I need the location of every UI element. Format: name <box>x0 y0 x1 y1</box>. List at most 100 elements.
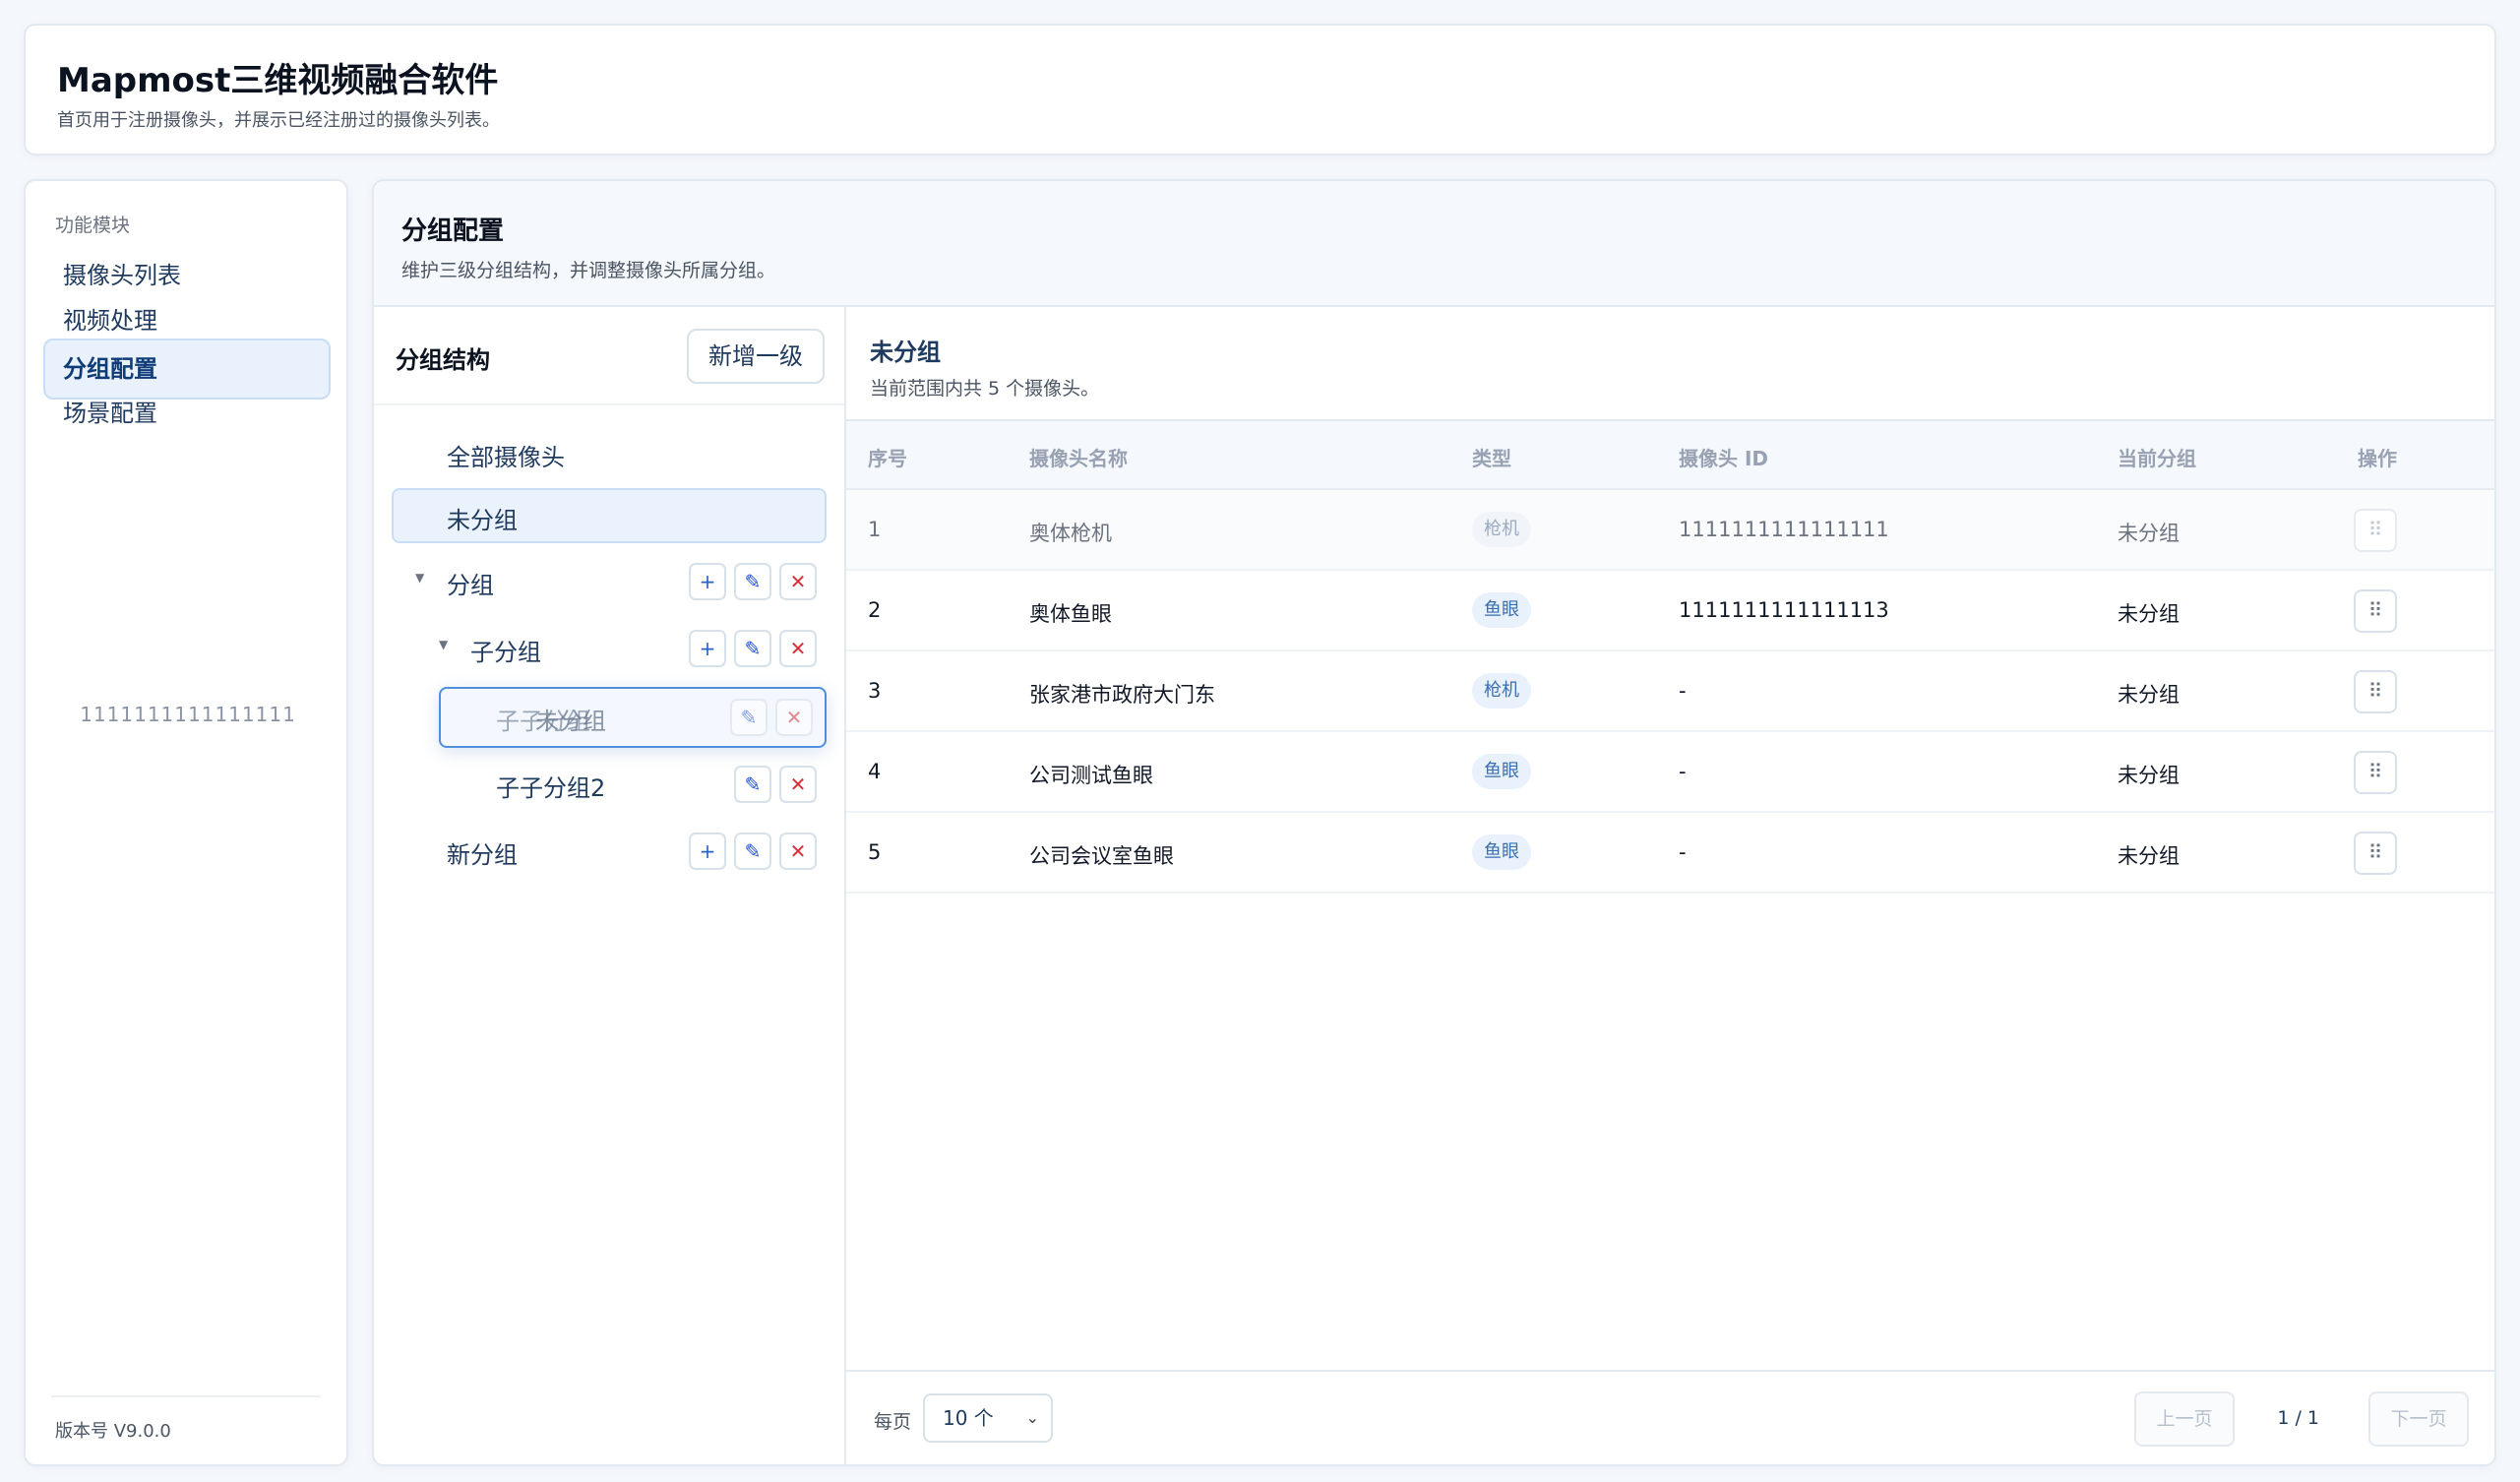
tree-node-sub-subgroup-2[interactable]: 子子分组2 ✎ ✕ <box>392 756 827 811</box>
type-badge: 鱼眼 <box>1472 834 1531 870</box>
table-row[interactable]: 4 公司测试鱼眼 鱼眼 - 未分组 ⠿ <box>846 732 2494 813</box>
drag-ghost-label: 未分组 <box>535 708 606 735</box>
table-row[interactable]: 5 公司会议室鱼眼 鱼眼 - 未分组 ⠿ <box>846 813 2494 894</box>
pencil-icon: ✎ <box>740 706 758 729</box>
add-child-button[interactable]: + <box>689 563 726 600</box>
plus-icon: + <box>699 839 716 863</box>
column-header-index: 序号 <box>868 447 907 470</box>
tree-node-group[interactable]: ▼ 分组 + ✎ ✕ <box>392 553 827 608</box>
cell-index: 3 <box>868 679 882 703</box>
version-label: 版本号 V9.0.0 <box>55 1421 171 1442</box>
close-icon: ✕ <box>785 706 803 729</box>
caret-down-icon[interactable]: ▼ <box>439 638 448 651</box>
type-badge: 鱼眼 <box>1472 592 1531 628</box>
cell-name: 张家港市政府大门东 <box>1029 683 1215 707</box>
close-icon: ✕ <box>789 637 807 660</box>
page-description: 维护三级分组结构，并调整摄像头所属分组。 <box>401 260 776 281</box>
delete-group-button[interactable]: ✕ <box>779 766 817 803</box>
column-header-name: 摄像头名称 <box>1029 447 1128 470</box>
group-tree-title: 分组结构 <box>396 346 490 374</box>
drag-handle-button[interactable]: ⠿ <box>2354 751 2397 794</box>
drag-handle-button[interactable]: ⠿ <box>2354 589 2397 633</box>
plus-icon: + <box>699 637 716 660</box>
close-icon: ✕ <box>789 570 807 593</box>
delete-group-button[interactable]: ✕ <box>779 563 817 600</box>
per-page-label: 每页 <box>874 1411 912 1433</box>
tree-node-subgroup[interactable]: ▼ 子分组 + ✎ ✕ <box>392 620 827 675</box>
caret-down-icon[interactable]: ▼ <box>415 571 424 585</box>
pencil-icon: ✎ <box>744 637 762 660</box>
cell-index: 2 <box>868 598 882 622</box>
cell-group: 未分组 <box>2118 844 2180 868</box>
cell-name: 公司会议室鱼眼 <box>1029 844 1174 868</box>
add-child-button[interactable]: + <box>689 630 726 667</box>
cell-index: 1 <box>868 518 882 541</box>
tree-node-ungrouped[interactable]: 未分组 <box>392 488 827 543</box>
add-child-button[interactable]: + <box>689 833 726 870</box>
pagination-bar: 每页 10 个 ⌄ 上一页 1 / 1 下一页 <box>846 1370 2494 1464</box>
tree-node-label: 未分组 <box>447 507 518 534</box>
cell-group: 未分组 <box>2118 683 2180 707</box>
column-header-actions: 操作 <box>2358 447 2397 470</box>
tree-node-new-group[interactable]: 新分组 + ✎ ✕ <box>392 823 827 878</box>
per-page-value: 10 个 <box>943 1406 994 1430</box>
app-title: Mapmost三维视频融合软件 <box>57 61 499 100</box>
edit-group-button[interactable]: ✎ <box>734 630 771 667</box>
pencil-icon: ✎ <box>744 570 762 593</box>
column-header-current-group: 当前分组 <box>2118 447 2196 470</box>
column-header-type: 类型 <box>1472 447 1511 470</box>
pencil-icon: ✎ <box>744 839 762 863</box>
edit-group-button[interactable]: ✎ <box>734 833 771 870</box>
tree-node-label: 子分组 <box>470 639 541 666</box>
add-root-group-button[interactable]: 新增一级 <box>687 329 825 384</box>
cell-group: 未分组 <box>2118 602 2180 626</box>
chevron-down-icon: ⌄ <box>1025 1408 1039 1427</box>
group-tree-panel: 分组结构 新增一级 全部摄像头 未分组 ▼ 分组 + ✎ ✕ ▼ 子分组 + ✎… <box>374 307 846 1464</box>
main-header: 分组配置 维护三级分组结构，并调整摄像头所属分组。 <box>374 181 2494 307</box>
cell-index: 5 <box>868 840 882 864</box>
drag-handle-button[interactable]: ⠿ <box>2354 832 2397 875</box>
table-row[interactable]: 3 张家港市政府大门东 枪机 - 未分组 ⠿ <box>846 651 2494 732</box>
type-badge: 鱼眼 <box>1472 754 1531 789</box>
cell-camera-id: 1111111111111111 <box>1679 518 1889 541</box>
tree-node-sub-subgroup[interactable]: 子子分组 未分组 ✎ ✕ <box>439 687 827 748</box>
type-badge: 枪机 <box>1472 512 1531 547</box>
app-header: Mapmost三维视频融合软件 首页用于注册摄像头，并展示已经注册过的摄像头列表… <box>24 24 2496 155</box>
cell-camera-id: - <box>1679 679 1687 703</box>
cell-name: 奥体鱼眼 <box>1029 602 1112 626</box>
per-page-select[interactable]: 10 个 ⌄ <box>923 1393 1053 1443</box>
main-panel: 分组配置 维护三级分组结构，并调整摄像头所属分组。 分组结构 新增一级 全部摄像… <box>372 179 2496 1466</box>
tree-node-label: 新分组 <box>447 841 518 869</box>
delete-group-button[interactable]: ✕ <box>779 833 817 870</box>
cell-camera-id: - <box>1679 840 1687 864</box>
tree-node-all-cameras[interactable]: 全部摄像头 <box>392 425 827 480</box>
drag-ghost-camera-id: 1111111111111111 <box>80 703 296 726</box>
drag-handle-icon: ⠿ <box>2367 679 2383 703</box>
sidebar-item-scene-config[interactable]: 场景配置 <box>43 384 331 445</box>
camera-count-text: 当前范围内共 5 个摄像头。 <box>870 378 1100 400</box>
delete-group-button[interactable]: ✕ <box>775 699 813 736</box>
page-title: 分组配置 <box>401 216 505 246</box>
app-description: 首页用于注册摄像头，并展示已经注册过的摄像头列表。 <box>57 110 500 131</box>
camera-list-panel: 未分组 当前范围内共 5 个摄像头。 序号 摄像头名称 类型 摄像头 ID 当前… <box>846 307 2494 1464</box>
table-row[interactable]: 2 奥体鱼眼 鱼眼 1111111111111113 未分组 ⠿ <box>846 571 2494 651</box>
drag-handle-button[interactable]: ⠿ <box>2354 509 2397 552</box>
table-row[interactable]: 1 奥体枪机 枪机 1111111111111111 未分组 ⠿ <box>846 490 2494 571</box>
next-page-button[interactable]: 下一页 <box>2368 1391 2469 1447</box>
drag-handle-icon: ⠿ <box>2367 598 2383 622</box>
camera-list-header: 未分组 当前范围内共 5 个摄像头。 <box>846 307 2494 421</box>
edit-group-button[interactable]: ✎ <box>730 699 768 736</box>
edit-group-button[interactable]: ✎ <box>734 563 771 600</box>
type-badge: 枪机 <box>1472 673 1531 709</box>
plus-icon: + <box>699 570 716 593</box>
drag-handle-button[interactable]: ⠿ <box>2354 670 2397 713</box>
delete-group-button[interactable]: ✕ <box>779 630 817 667</box>
page-indicator: 1 / 1 <box>2277 1407 2319 1429</box>
cell-camera-id: - <box>1679 760 1687 783</box>
edit-group-button[interactable]: ✎ <box>734 766 771 803</box>
prev-page-button[interactable]: 上一页 <box>2134 1391 2235 1447</box>
camera-list-title: 未分组 <box>870 339 941 366</box>
drag-handle-icon: ⠿ <box>2367 760 2383 783</box>
column-header-camera-id: 摄像头 ID <box>1679 447 1769 470</box>
cell-index: 4 <box>868 760 882 783</box>
